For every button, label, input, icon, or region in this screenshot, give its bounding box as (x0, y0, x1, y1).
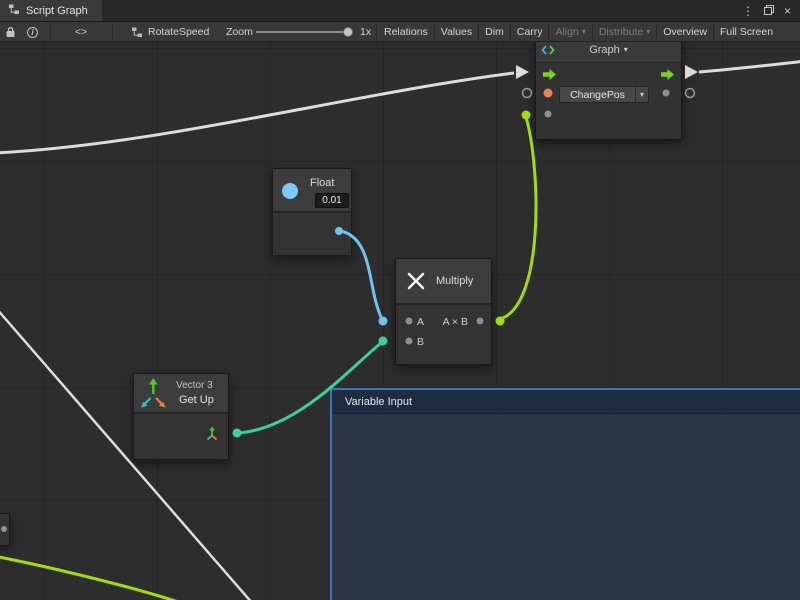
result-wire[interactable] (500, 117, 536, 319)
graph-toolbar: i <> RotateSpeed Zoom 1x Relations Value… (0, 22, 800, 42)
float-node-title: Float (310, 177, 334, 189)
vector3-output-icon[interactable] (204, 426, 220, 447)
distribute-button[interactable]: Distribute▾ (593, 22, 656, 42)
group-header[interactable]: Variable Input (332, 390, 800, 414)
flow-wire-incoming[interactable] (0, 73, 514, 153)
float-value-field[interactable]: 0.01 (315, 193, 349, 208)
chevron-down-icon: ▾ (582, 28, 586, 36)
input-b-label: B (417, 336, 424, 348)
multiply-a-edge-port[interactable] (379, 317, 388, 326)
graph-name-label: RotateSpeed (148, 22, 209, 42)
set-variable-value-port[interactable] (522, 111, 531, 120)
tab-bar: Script Graph ⋮ × (0, 0, 800, 22)
flow-output-port[interactable] (685, 65, 698, 79)
dim-button[interactable]: Dim (479, 22, 510, 42)
code-icon[interactable]: <> (60, 22, 102, 42)
set-variable-node[interactable]: Graph ▾ ChangePos ▾ (535, 42, 682, 140)
graph-asset-icon (131, 22, 143, 42)
unconnected-output-port[interactable] (686, 89, 695, 98)
get-up-node-title: Get Up (179, 394, 214, 406)
vector3-type-label: Vector 3 (176, 380, 213, 391)
restore-window-icon[interactable] (764, 5, 774, 17)
group-title: Variable Input (345, 396, 412, 408)
multiply-icon (405, 270, 427, 297)
script-graph-tab-icon (8, 3, 20, 18)
variable-input-group[interactable]: Variable Input (330, 388, 800, 600)
zoom-level-value: 1x (360, 22, 371, 42)
toolbar-separator (50, 24, 51, 40)
relations-button[interactable]: Relations (378, 22, 434, 42)
get-up-node[interactable]: Vector 3 Get Up (133, 373, 229, 460)
zoom-slider[interactable] (256, 31, 348, 33)
toolbar-buttons: Relations Values Dim Carry Align▾ Distri… (378, 22, 800, 42)
bottom-left-wire[interactable] (0, 556, 202, 600)
variable-name-dropdown[interactable]: ChangePos ▾ (559, 86, 649, 103)
vector3-icon (140, 378, 168, 415)
float-type-icon (282, 183, 298, 199)
multiply-node[interactable]: Multiply A A × B B (395, 258, 492, 365)
multiply-output-edge-port[interactable] (496, 317, 505, 326)
flow-out-arrow-icon[interactable] (661, 67, 674, 85)
unconnected-input-port[interactable] (523, 89, 532, 98)
tab-title: Script Graph (26, 5, 88, 17)
zoom-knob[interactable] (343, 27, 353, 37)
values-button[interactable]: Values (435, 22, 478, 42)
multiply-node-title: Multiply (436, 275, 473, 287)
unity-visual-scripting-window: Script Graph ⋮ × i <> RotateSpeed Zoom 1… (0, 0, 800, 600)
carry-button[interactable]: Carry (511, 22, 549, 42)
zoom-label: Zoom (226, 22, 253, 42)
input-a-label: A (417, 316, 424, 328)
chevron-down-icon: ▾ (624, 46, 628, 54)
chevron-down-icon: ▾ (635, 87, 648, 102)
variable-scope-dropdown[interactable]: Graph ▾ (536, 42, 681, 63)
close-window-icon[interactable]: × (784, 5, 791, 17)
variable-name: ChangePos (560, 87, 635, 102)
info-icon[interactable]: i (27, 22, 38, 42)
full-screen-button[interactable]: Full Screen (714, 22, 779, 42)
flow-input-port[interactable] (516, 65, 529, 79)
multiply-b-edge-port[interactable] (379, 337, 388, 346)
tab-script-graph[interactable]: Script Graph (0, 0, 102, 21)
graph-scope-icon (541, 44, 555, 59)
scope-label: Graph (589, 44, 620, 56)
align-button[interactable]: Align▾ (549, 22, 591, 42)
chevron-down-icon: ▾ (646, 28, 650, 36)
float-literal-node[interactable]: Float 0.01 (272, 168, 352, 256)
graph-canvas[interactable]: Variable Input Graph ▾ ChangePos ▾ (0, 42, 800, 600)
flow-in-arrow-icon[interactable] (543, 67, 556, 85)
get-up-output-port[interactable] (233, 429, 242, 438)
output-label: A × B (443, 316, 468, 328)
flow-wire-outgoing[interactable] (699, 61, 800, 72)
window-controls: ⋮ × (742, 0, 800, 21)
toolbar-separator (376, 24, 377, 40)
edge-clipped-node[interactable] (0, 513, 10, 546)
kebab-menu-icon[interactable]: ⋮ (742, 5, 754, 17)
toolbar-separator (112, 24, 113, 40)
overview-button[interactable]: Overview (657, 22, 713, 42)
lock-icon[interactable] (5, 22, 16, 42)
